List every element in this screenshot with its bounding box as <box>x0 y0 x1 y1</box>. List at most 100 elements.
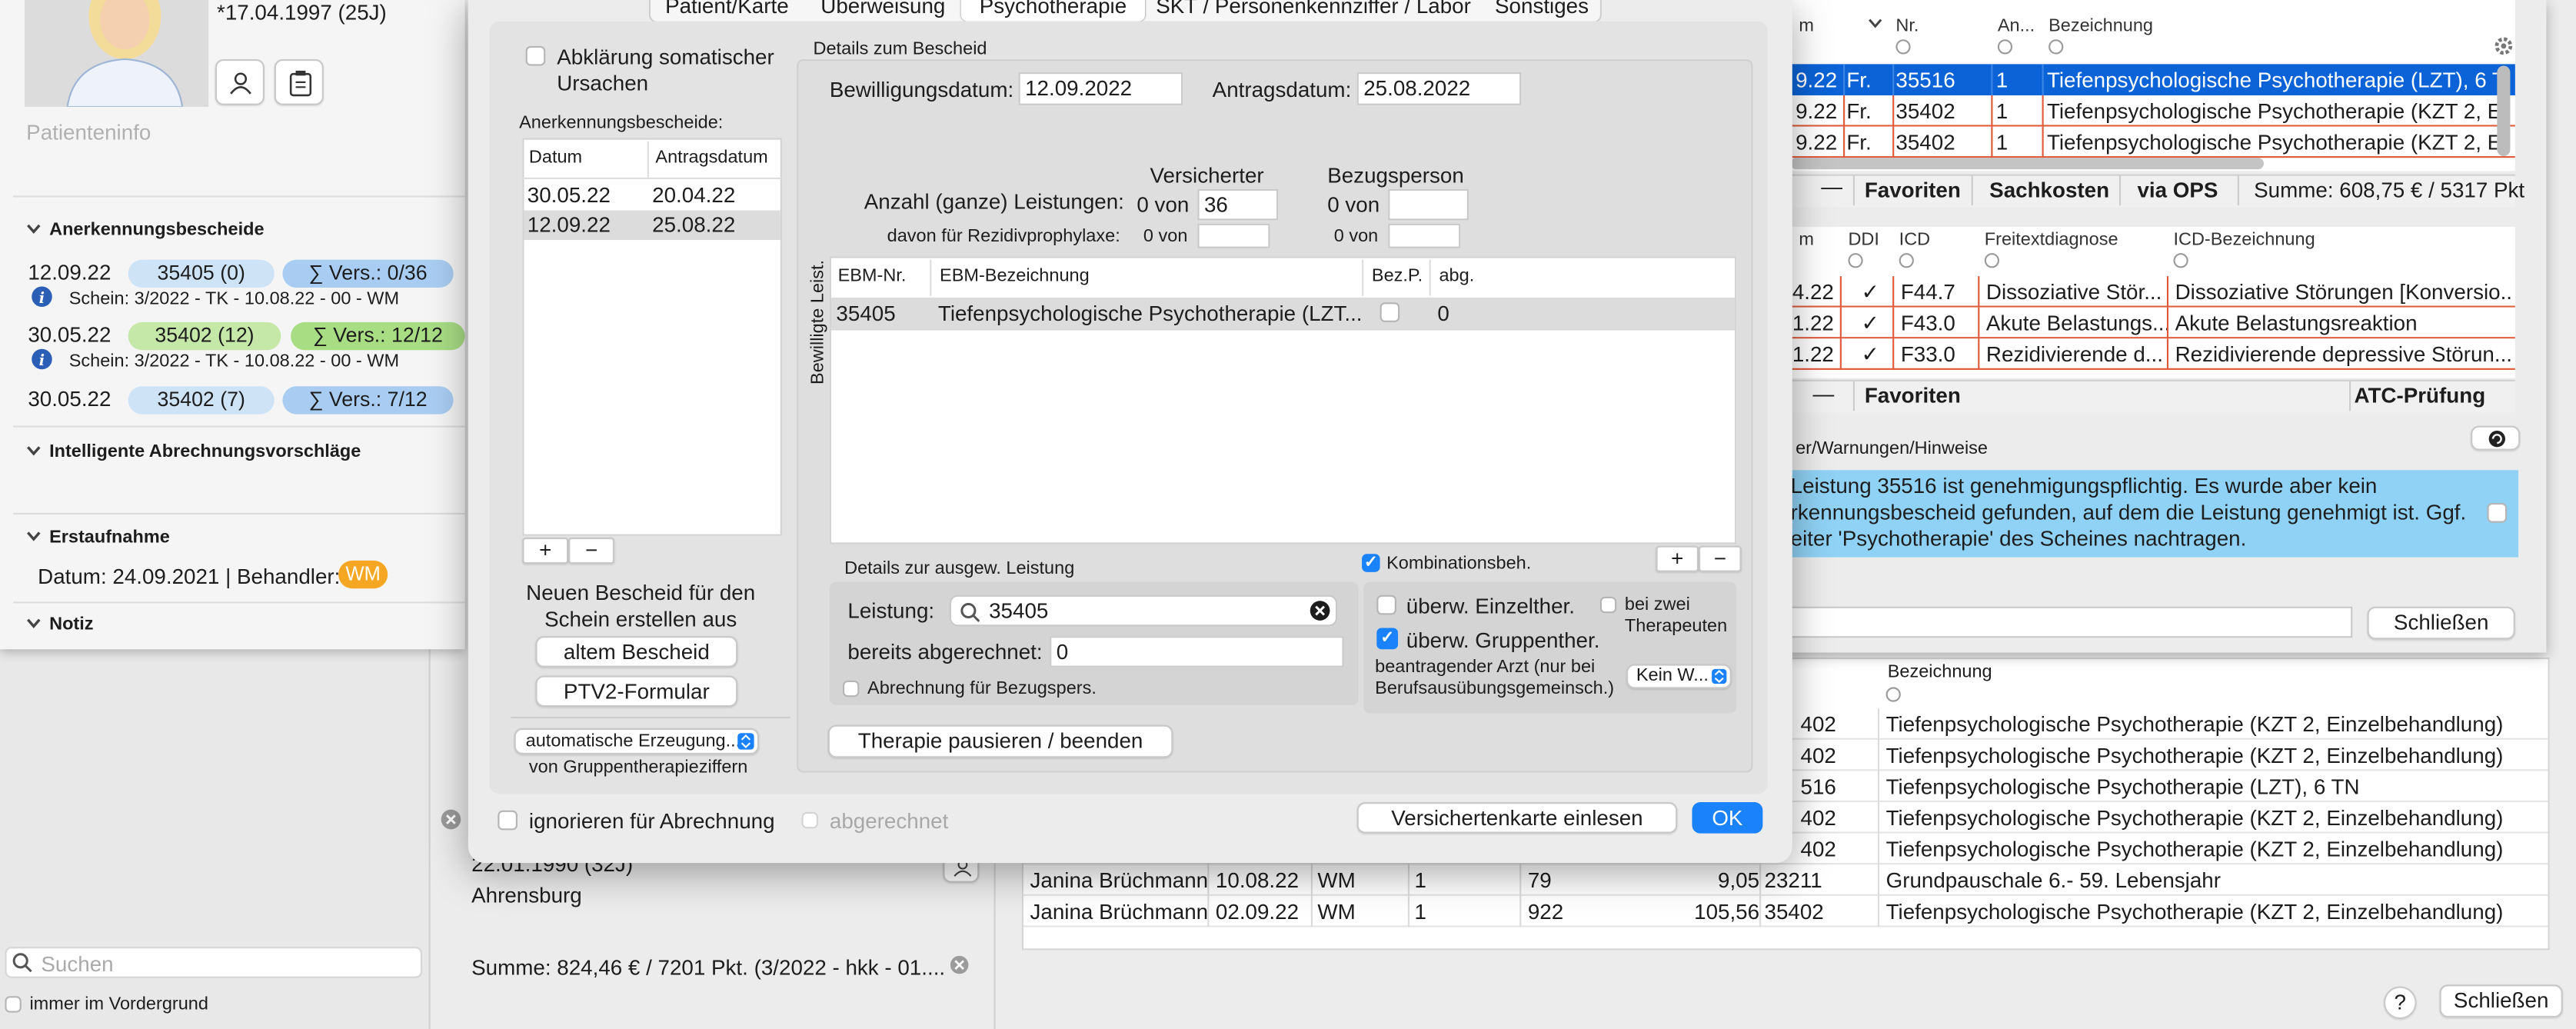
chevron-down-icon[interactable] <box>26 617 41 630</box>
clipboard-button[interactable] <box>274 58 324 105</box>
chevron-down-icon[interactable] <box>26 529 41 542</box>
abgerechnet-label: bereits abgerechnet: <box>847 639 1043 664</box>
chevron-down-icon[interactable] <box>26 222 41 235</box>
einzel-checkbox[interactable] <box>1376 594 1396 615</box>
sachkosten-button[interactable]: Sachkosten <box>1989 178 2109 202</box>
ok-button[interactable]: OK <box>1692 802 1763 834</box>
clear-icon[interactable] <box>1310 600 1331 621</box>
table-row-selected[interactable]: 9.22 Fr. 35516 1 Tiefenpsychologische Psycho… <box>1782 64 2515 95</box>
remove-leistung-button[interactable]: − <box>1699 545 1742 572</box>
vordergrund-checkbox[interactable] <box>5 996 22 1013</box>
diagnosen-header[interactable]: ICD-Bezeichnung <box>2173 230 2315 250</box>
vordergrund-label: immer im Vordergrund <box>29 994 208 1014</box>
atc-button[interactable]: ATC-Prüfung <box>2354 383 2485 408</box>
divider <box>2166 338 2169 370</box>
rezidiv-bezug-field[interactable] <box>1388 223 1461 248</box>
cell-bez: Tiefenpsychologische Psychotherapie (KZT… <box>2046 129 2498 155</box>
remove-button[interactable]: — <box>1816 175 1849 199</box>
back-close-button[interactable]: Schließen <box>2439 984 2563 1018</box>
scrollbar[interactable] <box>2497 65 2511 157</box>
ptv2-button[interactable]: PTV2-Formular <box>535 675 738 708</box>
rezidiv-versicherter-field[interactable] <box>1197 223 1270 248</box>
table-row[interactable]: 30.05.22 20.04.22 <box>524 181 780 210</box>
somatisch-checkbox[interactable] <box>525 45 546 66</box>
table-row[interactable]: 1.22 ✓ F33.0 Rezidivierende d... Rezidiviere… <box>1782 338 2515 370</box>
diagnosen-header[interactable]: DDI <box>1848 230 1879 250</box>
add-bescheid-button[interactable]: + <box>522 537 569 564</box>
gruppe-checkbox[interactable]: ✓ <box>1376 628 1399 650</box>
filter-circle[interactable] <box>2173 253 2188 268</box>
clear-summe-icon[interactable] <box>950 955 970 975</box>
cell-d: 9.22 <box>1796 98 1838 124</box>
table-row[interactable]: 1.22 ✓ F43.0 Akute Belastungs... Akute Belas… <box>1782 307 2515 339</box>
leistungen-header[interactable]: An... <box>1998 16 2035 36</box>
leistung-search[interactable]: 35405 <box>949 594 1338 627</box>
divider <box>1310 895 1313 927</box>
anzahl-bezug-field[interactable] <box>1388 188 1469 221</box>
abgerechnet-checkbox[interactable] <box>801 811 818 829</box>
favoriten-button[interactable]: Favoriten <box>1865 178 1961 202</box>
anzahl-versicherter-field[interactable]: 36 <box>1197 188 1279 221</box>
search-field[interactable]: Suchen <box>5 947 423 978</box>
gear-icon[interactable] <box>2494 36 2514 56</box>
leistungen-header[interactable]: Nr. <box>1895 16 1919 36</box>
anerkennung-date: 30.05.22 <box>28 321 111 347</box>
table-row[interactable]: Janina Brüchmann 02.09.22 WM 1 922 105,56 3540… <box>1023 895 2548 927</box>
karte-button[interactable]: Versichertenkarte einlesen <box>1356 802 1678 834</box>
diagnosen-header[interactable]: Freitextdiagnose <box>1985 230 2118 250</box>
table-row-selected[interactable]: 12.09.22 25.08.22 <box>524 210 780 241</box>
refresh-button[interactable] <box>2471 425 2521 451</box>
bewilligung-field[interactable]: 12.09.2022 <box>1018 72 1183 105</box>
chevron-down-icon[interactable] <box>1868 16 1882 29</box>
table-row[interactable]: 9.22 Fr. 35402 1 Tiefenpsychologische Psycho… <box>1782 95 2515 127</box>
pause-button[interactable]: Therapie pausieren / beenden <box>827 724 1173 758</box>
person-button[interactable] <box>215 58 265 105</box>
help-button[interactable]: ? <box>2383 986 2417 1020</box>
clear-icon[interactable] <box>441 809 462 831</box>
table-row[interactable]: 4.22 ✓ F44.7 Dissoziative Stör... Dissoziati… <box>1782 276 2515 308</box>
alt-bescheid-button[interactable]: altem Bescheid <box>535 636 738 668</box>
ops-button[interactable]: via OPS <box>2137 178 2218 202</box>
table-row[interactable]: Janina Brüchmann 10.08.22 WM 1 79 9,05 23211 Gr… <box>1023 864 2548 896</box>
ignorieren-checkbox[interactable] <box>498 810 518 831</box>
leistungen-header[interactable]: Bezeichnung <box>2048 16 2153 36</box>
antrag-field[interactable]: 25.08.2022 <box>1356 72 1522 105</box>
right-bottom-field[interactable] <box>1790 606 2353 638</box>
remove-bescheid-button[interactable]: − <box>568 537 615 564</box>
section-title-notiz: Notiz <box>49 614 94 635</box>
filter-circle[interactable] <box>1848 253 1863 268</box>
right-close-button[interactable]: Schließen <box>2367 606 2515 640</box>
bezugspers-checkbox[interactable] <box>842 680 860 698</box>
leistungen-header[interactable]: m <box>1799 16 1814 36</box>
bezp-checkbox[interactable] <box>1380 302 1400 322</box>
search-placeholder: Suchen <box>41 951 114 977</box>
remove-diagnose-button[interactable]: — <box>1807 381 1840 406</box>
table-row[interactable]: 9.22 Fr. 35402 1 Tiefenpsychologische Psycho… <box>1782 126 2515 158</box>
table-row-selected[interactable]: 35405 Tiefenpsychologische Psychotherapi… <box>831 297 1736 331</box>
favoriten-diagnose-button[interactable]: Favoriten <box>1865 383 1961 408</box>
kombi-checkbox[interactable]: ✓ <box>1362 554 1380 572</box>
filter-circle[interactable] <box>2048 39 2064 55</box>
filter-circle[interactable] <box>1984 253 1999 268</box>
tab-1[interactable]: Überweisung <box>805 0 961 22</box>
patientinfo-field[interactable]: Patienteninfo <box>13 112 465 198</box>
h-scrollbar[interactable] <box>1790 158 2264 170</box>
add-leistung-button[interactable]: + <box>1656 545 1699 572</box>
chevron-down-icon[interactable] <box>26 444 41 457</box>
back-filter-circle[interactable] <box>1885 687 1901 702</box>
filter-circle[interactable] <box>1997 39 2013 55</box>
zwei-checkbox[interactable] <box>1599 596 1617 614</box>
tab-3[interactable]: SKT / Personenkennziffer / Labor <box>1145 0 1482 22</box>
warning-checkbox[interactable] <box>2487 503 2508 523</box>
tab-0[interactable]: Patient/Karte <box>649 0 805 22</box>
diagnosen-header[interactable]: m <box>1799 230 1814 250</box>
tab-4[interactable]: Sonstiges <box>1482 0 1602 22</box>
arzt-select[interactable]: Kein W... <box>1626 664 1732 689</box>
filter-circle[interactable] <box>1895 39 1911 55</box>
filter-circle[interactable] <box>1899 253 1914 268</box>
abgerechnet-field[interactable]: 0 <box>1050 636 1344 668</box>
diagnosen-header[interactable]: ICD <box>1899 230 1930 250</box>
tab-2[interactable]: Psychotherapie <box>960 0 1146 22</box>
divider <box>1852 175 1855 206</box>
auto-select[interactable]: automatische Erzeugung... <box>514 728 760 755</box>
